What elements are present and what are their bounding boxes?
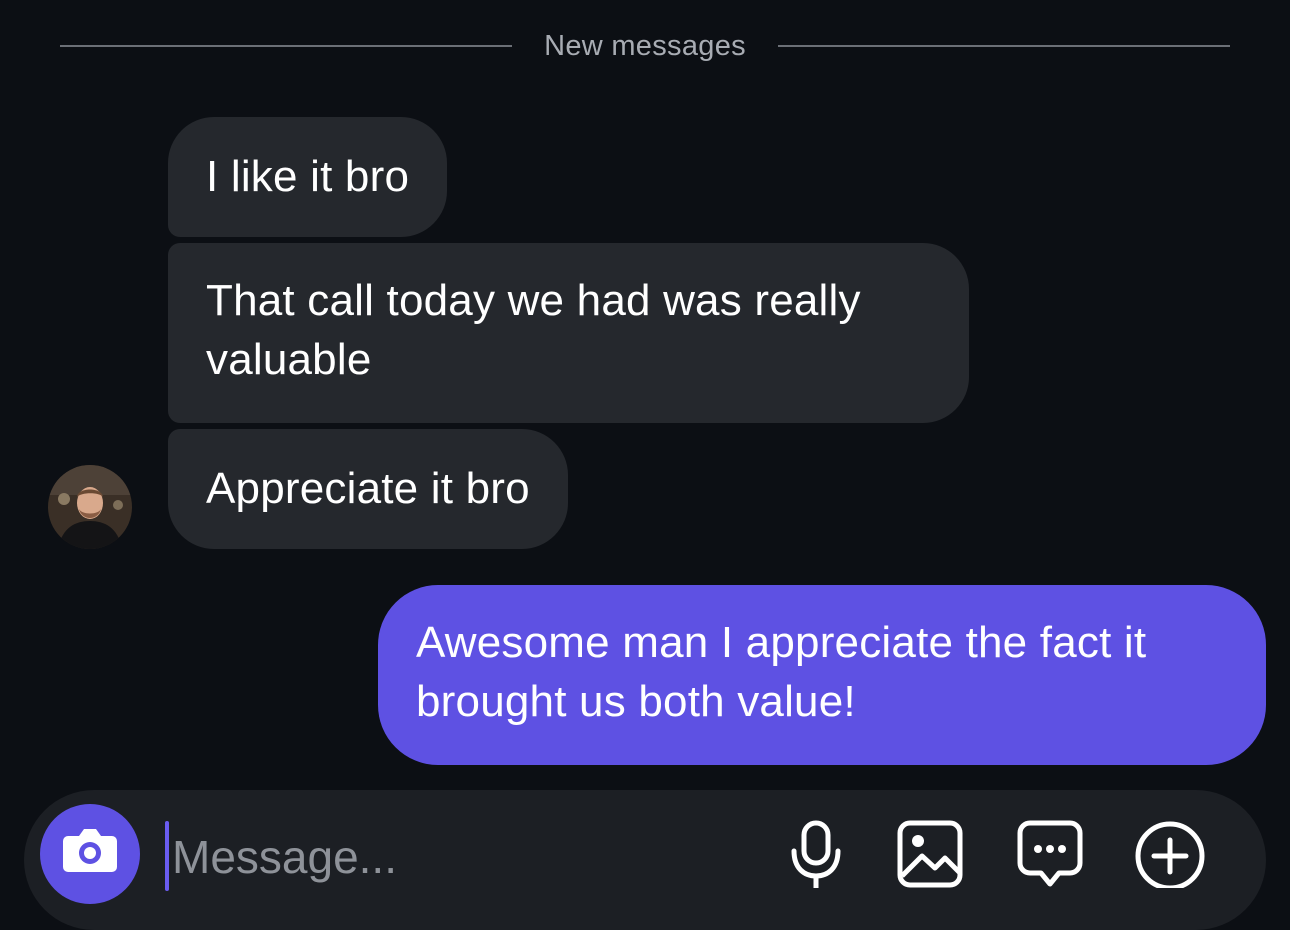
camera-button[interactable]: [40, 804, 140, 904]
divider-line-right: [777, 45, 1230, 47]
microphone-button[interactable]: [776, 818, 856, 888]
divider-line-left: [60, 45, 513, 47]
message-input[interactable]: [172, 822, 732, 892]
sticker-button[interactable]: [1010, 818, 1090, 888]
message-bubble-incoming[interactable]: Appreciate it bro: [168, 429, 568, 549]
microphone-icon: [791, 820, 841, 888]
camera-icon: [63, 829, 117, 872]
new-messages-label: New messages: [544, 29, 746, 62]
gallery-button[interactable]: [890, 818, 970, 888]
more-options-button[interactable]: [1130, 818, 1210, 888]
text-caret: [165, 821, 169, 891]
message-bubble-incoming[interactable]: I like it bro: [168, 117, 448, 237]
chat-bubble-icon: [1017, 820, 1083, 887]
message-bubble-outgoing[interactable]: Awesome man I appreciate the fact it bro…: [378, 585, 1266, 765]
contact-avatar[interactable]: [48, 465, 132, 549]
message-bubble-incoming[interactable]: That call today we had was really valuab…: [168, 243, 969, 423]
plus-circle-icon: [1135, 821, 1205, 888]
image-icon: [897, 820, 963, 888]
new-messages-divider: New messages: [60, 22, 1230, 70]
